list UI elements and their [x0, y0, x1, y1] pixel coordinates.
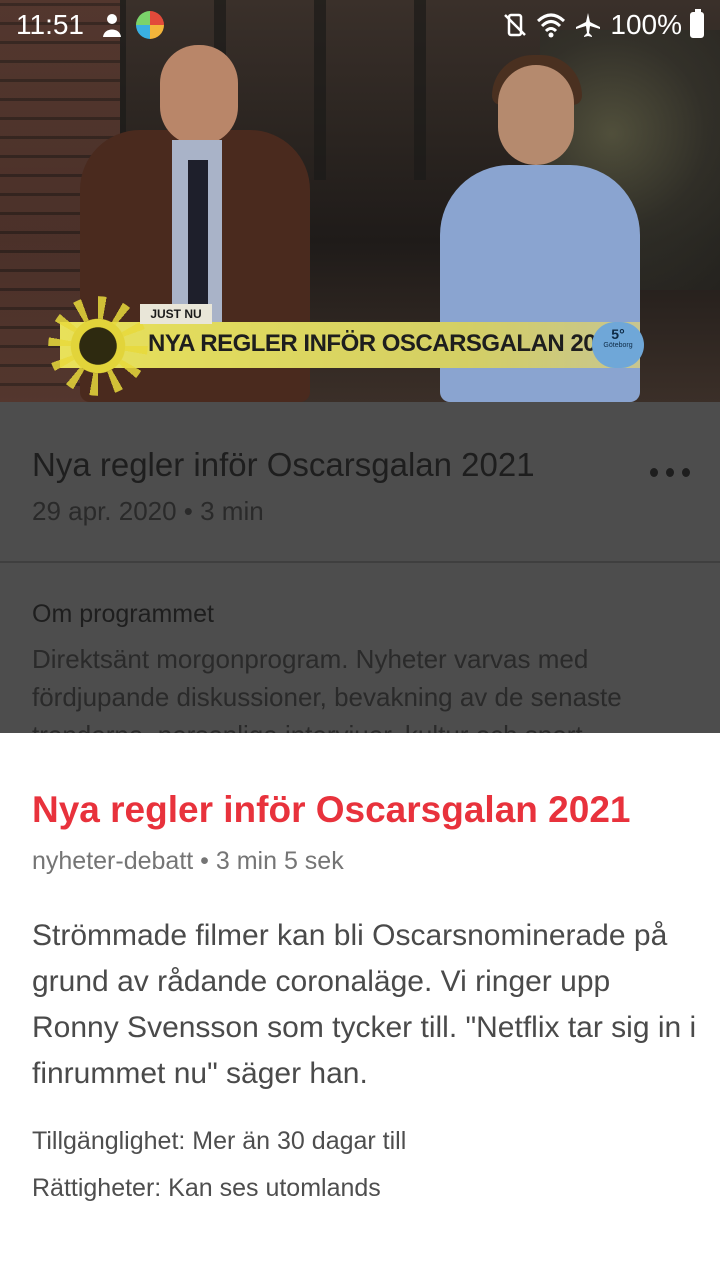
vibrate-icon	[504, 13, 527, 37]
episode-info-sheet: Nya regler inför Oscarsgalan 2021 nyhete…	[0, 733, 720, 1280]
video-player[interactable]: NYA REGLER INFÖR OSCARSGALAN 2021 JUST N…	[0, 0, 720, 402]
battery-charging-icon	[690, 9, 704, 38]
weather-badge: 5° Göteborg	[592, 322, 644, 368]
rights-text: Rättigheter: Kan ses utomlands	[32, 1174, 381, 1202]
weather-city: Göteborg	[603, 342, 633, 349]
about-heading: Om programmet	[32, 600, 214, 628]
episode-details-dimmed: Nya regler inför Oscarsgalan 2021 29 apr…	[0, 402, 720, 750]
status-bar: 11:51 100%	[0, 0, 720, 50]
app-icon	[136, 11, 164, 39]
notification-icon	[103, 14, 121, 37]
availability-text: Tillgänglighet: Mer än 30 dagar till	[32, 1127, 407, 1155]
just-nu-badge: JUST NU	[140, 304, 212, 324]
lower-third-headline: NYA REGLER INFÖR OSCARSGALAN 2021	[148, 330, 622, 357]
more-horizontal-icon[interactable]	[650, 468, 690, 480]
sheet-title: Nya regler inför Oscarsgalan 2021	[32, 789, 631, 830]
wifi-icon	[537, 13, 566, 38]
sheet-description: Strömmade filmer kan bli Oscarsnominerad…	[32, 919, 697, 1090]
divider	[0, 561, 720, 563]
episode-meta: 29 apr. 2020 • 3 min	[32, 496, 264, 526]
episode-title: Nya regler inför Oscarsgalan 2021	[32, 446, 535, 483]
status-time: 11:51	[16, 9, 84, 40]
sheet-meta: nyheter-debatt • 3 min 5 sek	[32, 847, 344, 875]
airplane-icon	[576, 13, 601, 37]
weather-temp: 5°	[611, 326, 625, 342]
battery-percent: 100%	[610, 9, 682, 40]
program-logo	[48, 296, 148, 396]
